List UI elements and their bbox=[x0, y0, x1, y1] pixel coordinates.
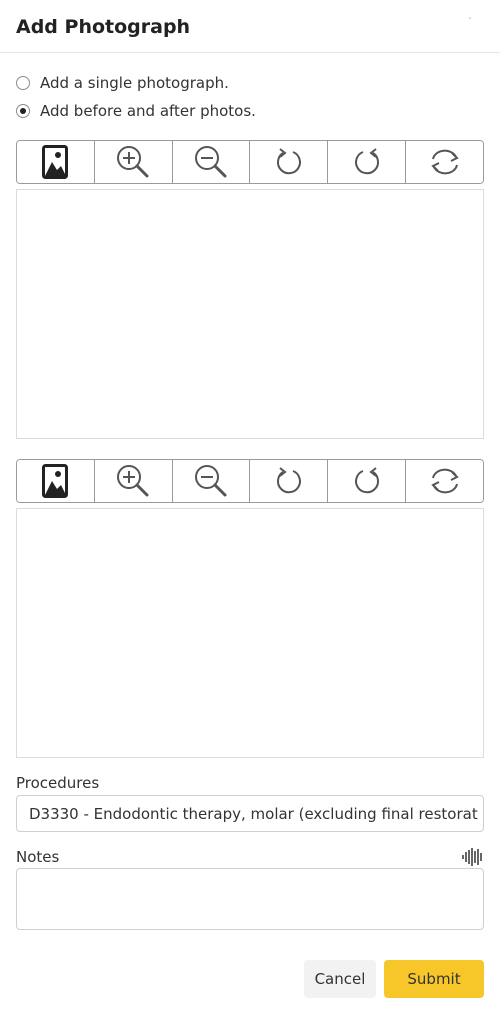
option-before-after-label: Add before and after photos. bbox=[40, 102, 256, 120]
before-zoom-in-button[interactable] bbox=[94, 141, 173, 183]
zoom-out-icon bbox=[195, 146, 227, 178]
radio-single-photo[interactable] bbox=[16, 76, 30, 90]
image-icon bbox=[42, 145, 69, 179]
after-rotate-right-button[interactable] bbox=[328, 460, 407, 502]
after-zoom-in-button[interactable] bbox=[94, 460, 173, 502]
rotate-right-icon bbox=[354, 148, 379, 175]
rotate-left-icon bbox=[276, 467, 301, 494]
after-photo-area[interactable] bbox=[16, 508, 484, 758]
image-icon bbox=[42, 464, 69, 498]
rotate-left-icon bbox=[276, 148, 301, 175]
flip-icon bbox=[430, 468, 459, 494]
after-flip-button[interactable] bbox=[406, 460, 483, 502]
zoom-out-icon bbox=[195, 465, 227, 497]
before-photo-area[interactable] bbox=[16, 189, 484, 439]
submit-button[interactable]: Submit bbox=[384, 960, 484, 998]
procedures-field[interactable]: D3330 - Endodontic therapy, molar (exclu… bbox=[16, 795, 484, 832]
notes-field[interactable] bbox=[16, 868, 484, 930]
before-photo-toolbar bbox=[16, 140, 484, 184]
rotate-right-icon bbox=[354, 467, 379, 494]
option-before-after[interactable]: Add before and after photos. bbox=[16, 102, 256, 120]
zoom-in-icon bbox=[117, 146, 149, 178]
zoom-in-icon bbox=[117, 465, 149, 497]
cancel-button[interactable]: Cancel bbox=[304, 960, 376, 998]
procedures-label: Procedures bbox=[16, 774, 100, 792]
after-photo-toolbar bbox=[16, 459, 484, 503]
after-zoom-out-button[interactable] bbox=[172, 460, 251, 502]
option-single-photo-label: Add a single photograph. bbox=[40, 74, 229, 92]
before-zoom-out-button[interactable] bbox=[172, 141, 251, 183]
notes-label: Notes bbox=[16, 848, 60, 866]
after-rotate-left-button[interactable] bbox=[250, 460, 329, 502]
option-single-photo[interactable]: Add a single photograph. bbox=[16, 74, 229, 92]
dialog-header: Add Photograph bbox=[0, 0, 500, 53]
dialog-title: Add Photograph bbox=[16, 16, 191, 38]
before-upload-button[interactable] bbox=[17, 141, 95, 183]
before-flip-button[interactable] bbox=[406, 141, 483, 183]
flip-icon bbox=[430, 149, 459, 175]
before-rotate-left-button[interactable] bbox=[250, 141, 329, 183]
voice-dictation-icon[interactable] bbox=[462, 848, 484, 866]
header-decoration bbox=[469, 17, 471, 19]
radio-before-after[interactable] bbox=[16, 104, 30, 118]
after-upload-button[interactable] bbox=[17, 460, 95, 502]
before-rotate-right-button[interactable] bbox=[328, 141, 407, 183]
